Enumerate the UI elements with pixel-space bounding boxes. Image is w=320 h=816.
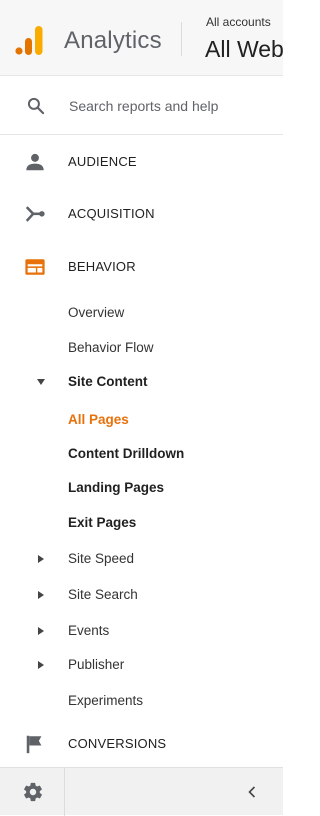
caret-right-icon — [38, 555, 44, 563]
section-label-behavior: BEHAVIOR — [68, 259, 136, 274]
nav-item-label: Content Drilldown — [68, 446, 185, 461]
section-label-acquisition: ACQUISITION — [68, 206, 155, 221]
nav-item-events[interactable]: Events — [0, 614, 283, 646]
nav-item-publisher[interactable]: Publisher — [0, 648, 283, 680]
header-divider — [181, 22, 182, 56]
nav-item-label: Site Content — [68, 374, 148, 389]
search-icon — [27, 97, 45, 115]
app-title: Analytics — [64, 27, 162, 54]
nav-section-behavior[interactable]: BEHAVIOR — [0, 240, 283, 294]
collapse-sidebar-button[interactable] — [236, 776, 268, 808]
caret-down-icon — [37, 379, 45, 385]
chevron-left-icon — [248, 786, 256, 798]
sidebar-footer — [0, 767, 283, 816]
nav-item-label: Exit Pages — [68, 515, 137, 530]
nav-item-experiments[interactable]: Experiments — [0, 684, 283, 716]
nav-section-acquisition[interactable]: ACQUISITION — [0, 187, 283, 241]
caret-right-icon — [38, 627, 44, 635]
analytics-logo[interactable] — [15, 24, 45, 56]
nav-item-label: Site Speed — [68, 551, 135, 566]
caret-right-icon — [38, 591, 44, 599]
search-label: Search reports and help — [69, 98, 219, 114]
admin-settings-button[interactable] — [0, 768, 64, 816]
nav-item-label: Site Search — [68, 587, 138, 602]
nav-item-behavior-flow[interactable]: Behavior Flow — [0, 331, 283, 363]
nav-item-site-content[interactable]: Site Content — [0, 365, 283, 397]
nav-item-landing-pages[interactable]: Landing Pages — [0, 471, 283, 503]
flag-icon — [26, 735, 42, 754]
person-icon — [26, 153, 44, 171]
nav-item-label: Publisher — [68, 657, 125, 672]
nav-item-label: Behavior Flow — [68, 340, 154, 355]
nav-item-content-drilldown[interactable]: Content Drilldown — [0, 437, 283, 469]
account-breadcrumb[interactable]: All accounts — [206, 15, 271, 29]
search-reports[interactable]: Search reports and help — [0, 77, 283, 135]
section-label-audience: AUDIENCE — [68, 154, 137, 169]
app-header: Analytics All accounts All Web — [0, 0, 284, 76]
nav-item-label: Landing Pages — [68, 480, 165, 495]
nav-item-overview[interactable]: Overview — [0, 296, 283, 328]
nav-item-all-pages[interactable]: All Pages — [0, 403, 283, 435]
nav-section-audience[interactable]: AUDIENCE — [0, 135, 283, 189]
section-label-conversions: CONVERSIONS — [68, 736, 167, 751]
acquisition-icon — [25, 206, 45, 222]
nav-item-exit-pages[interactable]: Exit Pages — [0, 506, 283, 538]
nav-item-label: All Pages — [68, 412, 129, 427]
caret-right-icon — [38, 661, 44, 669]
behavior-icon — [25, 259, 45, 275]
gear-icon — [24, 782, 42, 802]
nav-item-label: Overview — [68, 305, 125, 320]
view-selector[interactable]: All Web — [205, 36, 284, 63]
nav-item-site-speed[interactable]: Site Speed — [0, 542, 283, 574]
footer-divider — [64, 768, 65, 816]
nav-item-label: Events — [68, 623, 110, 638]
nav-item-site-search[interactable]: Site Search — [0, 578, 283, 610]
nav-item-label: Experiments — [68, 693, 144, 708]
nav-section-conversions[interactable]: CONVERSIONS — [0, 717, 283, 771]
